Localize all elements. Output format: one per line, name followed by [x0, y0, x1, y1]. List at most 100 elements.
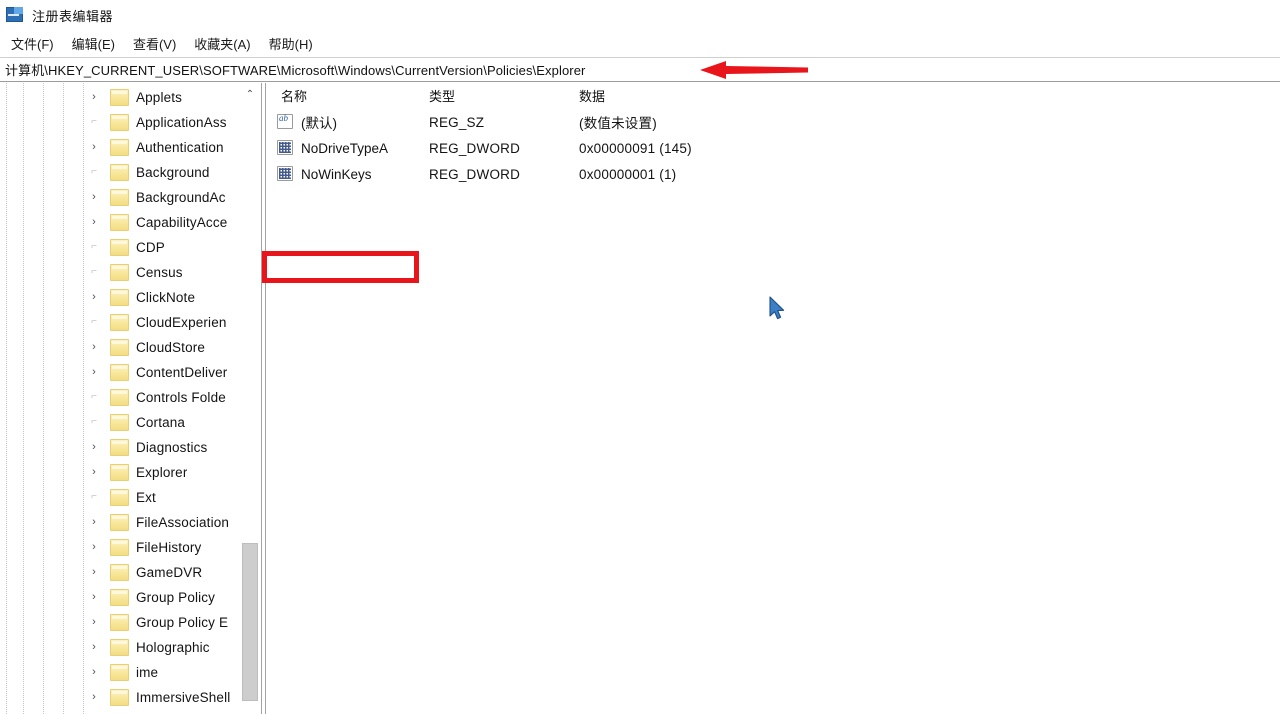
tree-item-census[interactable]: ⌐ Census [0, 260, 242, 285]
chevron-right-icon[interactable]: › [88, 91, 100, 103]
chevron-right-icon[interactable]: › [88, 616, 100, 628]
value-name: (默认) [301, 116, 337, 131]
tree-item-label: Explorer [136, 465, 188, 480]
tree-indent: › [0, 560, 110, 585]
tree-item-cortana[interactable]: ⌐ Cortana [0, 410, 242, 435]
value-row[interactable]: (默认) REG_SZ (数值未设置) [267, 109, 1280, 135]
tree-item-backgroundac[interactable]: › BackgroundAc [0, 185, 242, 210]
chevron-right-icon[interactable]: › [88, 216, 100, 228]
chevron-right-icon[interactable]: › [88, 341, 100, 353]
column-header-name[interactable]: 名称 [281, 86, 307, 105]
folder-icon [110, 489, 129, 506]
tree-indent: ⌐ [0, 235, 110, 260]
tree-indent: › [0, 460, 110, 485]
tree-item-label: ime [136, 665, 159, 680]
folder-icon [110, 564, 129, 581]
tree-item-authentication[interactable]: › Authentication [0, 135, 242, 160]
menu-item-edit[interactable]: 编辑(E) [63, 32, 124, 55]
tree-vertical-scrollbar[interactable]: ⌃ [242, 83, 258, 714]
tree-item-holographic[interactable]: › Holographic [0, 635, 242, 660]
chevron-right-icon[interactable]: › [88, 141, 100, 153]
chevron-right-icon[interactable]: › [88, 691, 100, 703]
address-bar[interactable]: 计算机\HKEY_CURRENT_USER\SOFTWARE\Microsoft… [0, 57, 1280, 82]
chevron-right-icon[interactable]: › [88, 516, 100, 528]
tree-item-group-policy-e[interactable]: › Group Policy E [0, 610, 242, 635]
chevron-right-icon[interactable]: › [88, 191, 100, 203]
dword-value-icon [277, 140, 293, 155]
tree-item-label: FileAssociation [136, 515, 230, 530]
column-header-data[interactable]: 数据 [579, 86, 605, 105]
chevron-right-icon[interactable]: › [88, 591, 100, 603]
tree-item-immersiveshell[interactable]: › ImmersiveShell [0, 685, 242, 710]
chevron-right-icon[interactable]: › [88, 291, 100, 303]
tree-indent: › [0, 185, 110, 210]
tree-indent: › [0, 660, 110, 685]
tree-indent: ⌐ [0, 410, 110, 435]
tree-indent: › [0, 685, 110, 710]
tree-item-capabilityacce[interactable]: › CapabilityAcce [0, 210, 242, 235]
folder-icon [110, 89, 129, 106]
tree-item-group-policy[interactable]: › Group Policy [0, 585, 242, 610]
tree-item-label: BackgroundAc [136, 190, 226, 205]
tree-scrollbar-thumb[interactable] [242, 543, 258, 701]
tree-item-contentdeliver[interactable]: › ContentDeliver [0, 360, 242, 385]
tree-item-applicationass[interactable]: ⌐ ApplicationAss [0, 110, 242, 135]
tree-indent: › [0, 510, 110, 535]
tree-item-background[interactable]: ⌐ Background [0, 160, 242, 185]
value-data: 0x00000001 (1) [579, 166, 677, 182]
tree-indent: › [0, 585, 110, 610]
folder-icon [110, 614, 129, 631]
tree-leaf-marker-icon: ⌐ [91, 166, 97, 177]
chevron-right-icon[interactable]: › [88, 366, 100, 378]
tree-item-ext[interactable]: ⌐ Ext [0, 485, 242, 510]
tree-indent: › [0, 335, 110, 360]
tree-item-label: GameDVR [136, 565, 203, 580]
value-row[interactable]: NoDriveTypeA REG_DWORD 0x00000091 (145) [267, 135, 1280, 161]
tree-item-explorer[interactable]: › Explorer [0, 460, 242, 485]
tree-item-controls-folde[interactable]: ⌐ Controls Folde [0, 385, 242, 410]
value-type: REG_SZ [429, 114, 485, 130]
tree-item-ime[interactable]: › ime [0, 660, 242, 685]
tree-indent: › [0, 210, 110, 235]
chevron-right-icon[interactable]: › [88, 441, 100, 453]
string-value-icon [277, 113, 293, 129]
tree-indent: ⌐ [0, 260, 110, 285]
scroll-up-icon[interactable]: ⌃ [242, 87, 258, 103]
chevron-right-icon[interactable]: › [88, 541, 100, 553]
chevron-right-icon[interactable]: › [88, 666, 100, 678]
tree-item-label: Applets [136, 90, 183, 105]
tree-item-label: Diagnostics [136, 440, 208, 455]
pane-splitter[interactable] [261, 83, 266, 714]
tree-item-label: FileHistory [136, 540, 202, 555]
tree-item-fileassociation[interactable]: › FileAssociation [0, 510, 242, 535]
folder-icon [110, 289, 129, 306]
tree-item-filehistory[interactable]: › FileHistory [0, 535, 242, 560]
value-row[interactable]: NoWinKeys REG_DWORD 0x00000001 (1) [267, 161, 1280, 187]
column-header-type[interactable]: 类型 [429, 86, 455, 105]
registry-key-list: › Applets ⌐ ApplicationAss › Authentication ⌐ B… [0, 85, 242, 710]
tree-item-diagnostics[interactable]: › Diagnostics [0, 435, 242, 460]
tree-indent: ⌐ [0, 110, 110, 135]
tree-item-cloudstore[interactable]: › CloudStore [0, 335, 242, 360]
tree-item-cdp[interactable]: ⌐ CDP [0, 235, 242, 260]
value-data: (数值未设置) [579, 116, 657, 131]
folder-icon [110, 414, 129, 431]
tree-indent: › [0, 535, 110, 560]
tree-indent: › [0, 285, 110, 310]
tree-indent: › [0, 360, 110, 385]
tree-item-gamedvr[interactable]: › GameDVR [0, 560, 242, 585]
tree-item-clicknote[interactable]: › ClickNote [0, 285, 242, 310]
folder-icon [110, 689, 129, 706]
chevron-right-icon[interactable]: › [88, 466, 100, 478]
tree-item-applets[interactable]: › Applets [0, 85, 242, 110]
tree-item-cloudexperien[interactable]: ⌐ CloudExperien [0, 310, 242, 335]
chevron-right-icon[interactable]: › [88, 641, 100, 653]
menu-item-favorites[interactable]: 收藏夹(A) [185, 32, 259, 55]
folder-icon [110, 389, 129, 406]
tree-leaf-marker-icon: ⌐ [91, 266, 97, 277]
menu-item-help[interactable]: 帮助(H) [260, 32, 322, 55]
menu-item-view[interactable]: 查看(V) [124, 32, 185, 55]
menu-item-file[interactable]: 文件(F) [2, 32, 63, 55]
tree-leaf-marker-icon: ⌐ [91, 491, 97, 502]
chevron-right-icon[interactable]: › [88, 566, 100, 578]
